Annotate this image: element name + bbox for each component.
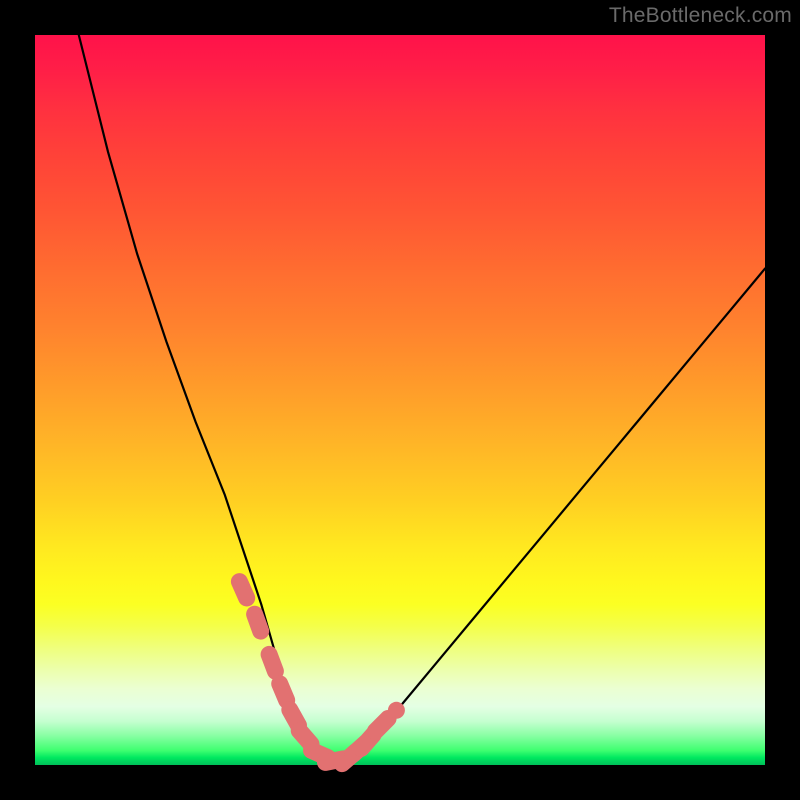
highlight-dot	[375, 719, 388, 732]
chart-overlay	[35, 35, 765, 765]
highlight-dot	[299, 731, 311, 745]
chart-stage: TheBottleneck.com	[0, 0, 800, 800]
highlight-dot	[280, 684, 287, 701]
highlight-dot	[255, 614, 261, 631]
bottleneck-curve	[79, 35, 765, 761]
watermark-text: TheBottleneck.com	[609, 4, 792, 28]
highlight-dot	[239, 582, 246, 598]
highlight-dot	[269, 654, 275, 671]
